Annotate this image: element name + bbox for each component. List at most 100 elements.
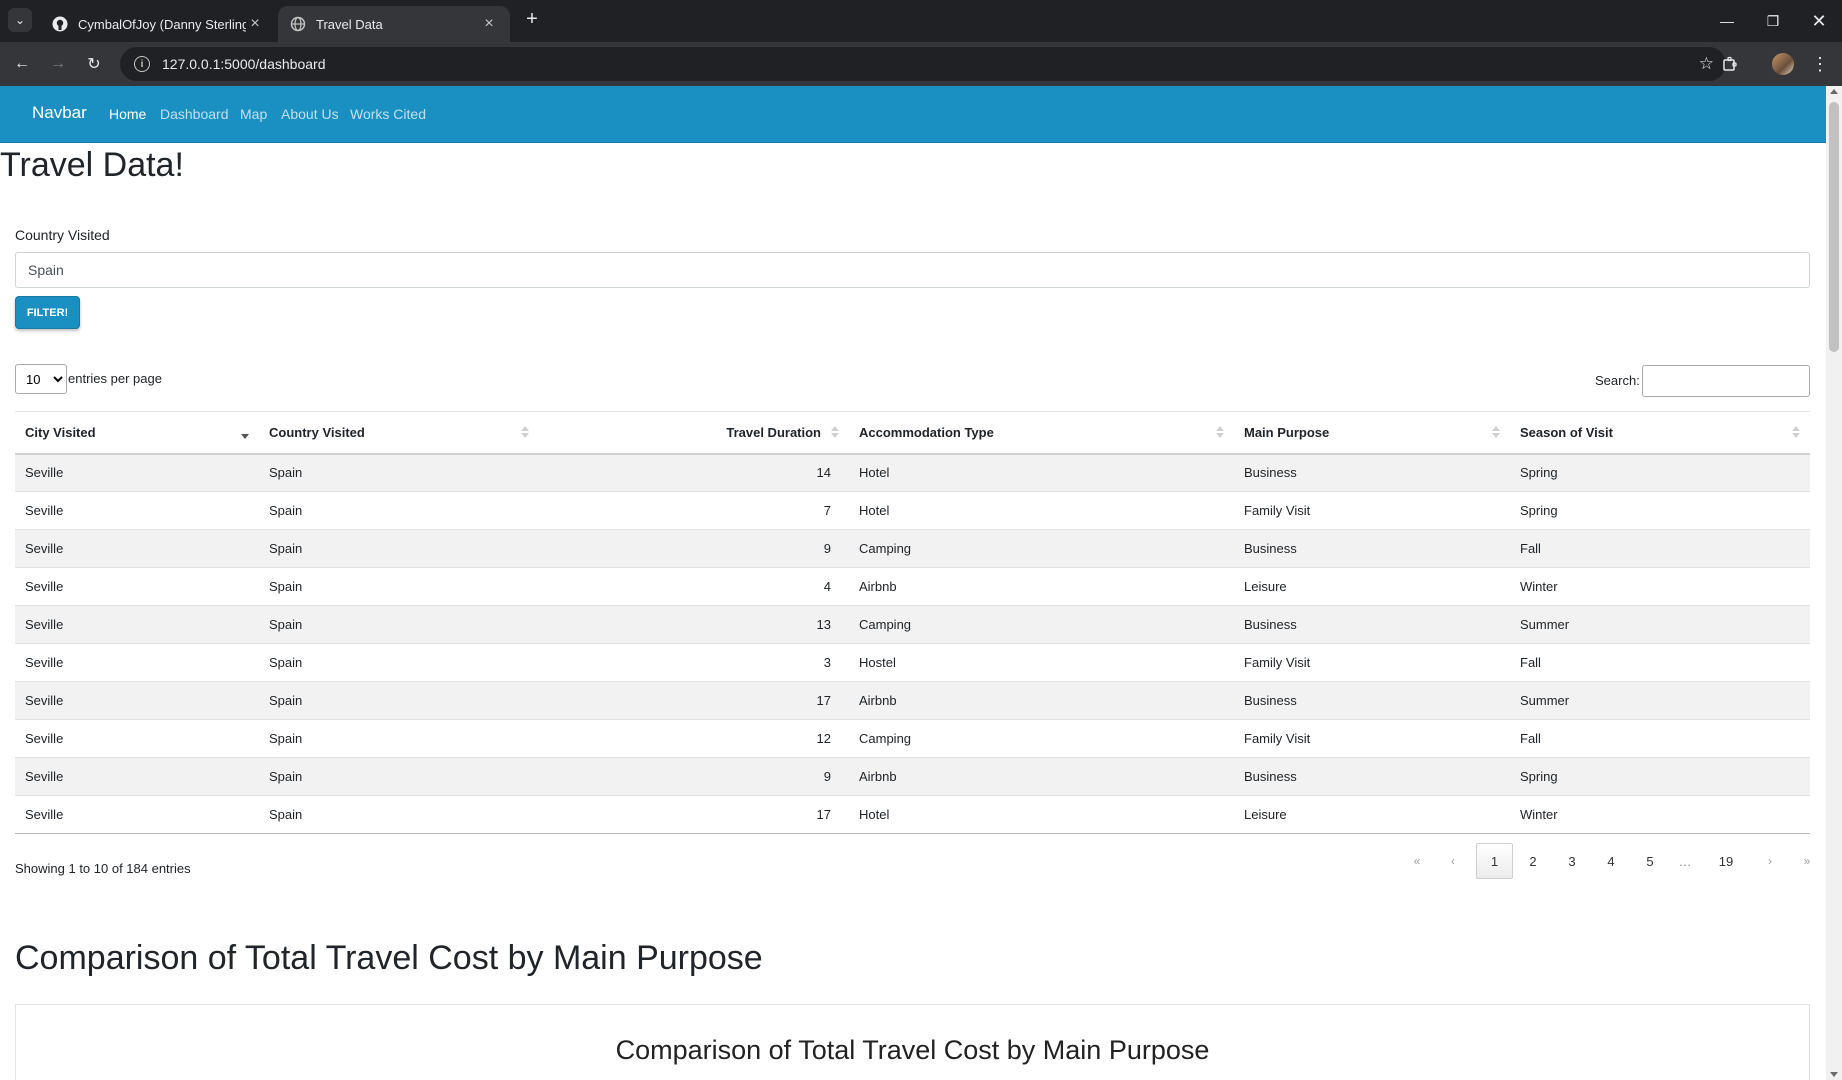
- navbar-brand[interactable]: Navbar: [32, 103, 87, 123]
- table-cell: Leisure: [1234, 567, 1510, 606]
- table-cell: Spain: [259, 605, 539, 644]
- table-cell: Fall: [1510, 529, 1810, 568]
- table-cell: 4: [539, 567, 849, 606]
- table-cell: Airbnb: [849, 567, 1234, 606]
- table-row: Seville Spain 17 Hotel Leisure Winter: [15, 795, 1810, 834]
- first-page-button[interactable]: «: [1402, 843, 1432, 879]
- table-search-input[interactable]: [1642, 365, 1810, 397]
- table-row: Seville Spain 17 Airbnb Business Summer: [15, 681, 1810, 720]
- table-cell: Summer: [1510, 681, 1810, 720]
- scroll-down-icon[interactable]: [1830, 1072, 1838, 1077]
- tab-search-button[interactable]: ⌄: [8, 8, 32, 32]
- github-icon: [52, 16, 68, 32]
- table-cell: Seville: [15, 681, 259, 720]
- table-row: Seville Spain 9 Airbnb Business Spring: [15, 757, 1810, 796]
- new-tab-plus-icon[interactable]: +: [520, 8, 544, 32]
- nav-link-about-us[interactable]: About Us: [281, 106, 339, 122]
- window-close-icon[interactable]: ✕: [1796, 0, 1842, 42]
- table-row: Seville Spain 7 Hotel Family Visit Spring: [15, 491, 1810, 530]
- table-header-row: City Visited Country Visited Travel Dura…: [15, 411, 1810, 455]
- close-icon[interactable]: ×: [480, 15, 498, 33]
- page-viewport: Navbar Home Dashboard Map About Us Works…: [0, 86, 1842, 1080]
- minimize-icon[interactable]: —: [1704, 0, 1750, 42]
- table-cell: Spain: [259, 491, 539, 530]
- pagination-ellipsis: …: [1678, 853, 1692, 869]
- browser-tab-github[interactable]: CymbalOfJoy (Danny Sterling) ×: [40, 6, 276, 42]
- page-scrollbar[interactable]: [1826, 86, 1842, 1080]
- table-cell: 7: [539, 491, 849, 530]
- table-cell: Family Visit: [1234, 491, 1510, 530]
- table-cell: 14: [539, 453, 849, 492]
- page-1-button[interactable]: 1: [1476, 843, 1513, 879]
- col-header-season-of-visit[interactable]: Season of Visit: [1510, 411, 1810, 455]
- sort-desc-icon: [241, 426, 249, 440]
- filter-label: Country Visited: [15, 227, 110, 243]
- bookmark-star-icon[interactable]: ☆: [1699, 54, 1714, 74]
- filter-button[interactable]: Filter!: [15, 296, 80, 329]
- sort-icon: [521, 426, 529, 440]
- prev-page-button[interactable]: ‹: [1438, 843, 1468, 879]
- table-cell: Family Visit: [1234, 643, 1510, 682]
- table-cell: Spring: [1510, 491, 1810, 530]
- site-navbar: Navbar Home Dashboard Map About Us Works…: [0, 86, 1826, 143]
- table-cell: 9: [539, 757, 849, 796]
- page-4-button[interactable]: 4: [1596, 843, 1626, 879]
- table-cell: Spain: [259, 719, 539, 758]
- entries-per-page-select[interactable]: 10: [15, 364, 67, 394]
- site-info-icon[interactable]: i: [134, 56, 150, 72]
- browser-tab-travel-data[interactable]: Travel Data ×: [278, 6, 510, 42]
- page-title: Travel Data!: [0, 146, 184, 184]
- nav-link-map[interactable]: Map: [240, 106, 267, 122]
- table-row: Seville Spain 14 Hotel Business Spring: [15, 453, 1810, 492]
- table-cell: Hotel: [849, 491, 1234, 530]
- last-page-button[interactable]: »: [1792, 843, 1822, 879]
- table-cell: Camping: [849, 719, 1234, 758]
- table-cell: Spain: [259, 681, 539, 720]
- pagination: « ‹ 1 2 3 4 5 … 19 › »: [1380, 843, 1810, 879]
- tab-title: CymbalOfJoy (Danny Sterling): [78, 16, 246, 32]
- nav-link-dashboard[interactable]: Dashboard: [160, 106, 229, 122]
- kebab-menu-icon[interactable]: ⋮: [1808, 52, 1832, 76]
- table-cell: Camping: [849, 529, 1234, 568]
- address-bar[interactable]: i 127.0.0.1:5000/dashboard ☆: [120, 47, 1726, 81]
- sort-icon: [831, 426, 839, 440]
- col-header-city-visited[interactable]: City Visited: [15, 411, 259, 455]
- scroll-up-icon[interactable]: [1830, 89, 1838, 94]
- restore-icon[interactable]: ❐: [1750, 0, 1796, 42]
- scrollbar-thumb[interactable]: [1829, 102, 1839, 352]
- table-cell: Hotel: [849, 453, 1234, 492]
- table-cell: Summer: [1510, 605, 1810, 644]
- table-cell: Spring: [1510, 757, 1810, 796]
- table-cell: Seville: [15, 453, 259, 492]
- reload-icon[interactable]: ↻: [82, 52, 106, 76]
- profile-avatar[interactable]: [1772, 53, 1794, 75]
- nav-link-home[interactable]: Home: [109, 106, 146, 122]
- nav-link-works-cited[interactable]: Works Cited: [350, 106, 426, 122]
- table-cell: 12: [539, 719, 849, 758]
- table-cell: Spain: [259, 567, 539, 606]
- page-3-button[interactable]: 3: [1557, 843, 1587, 879]
- table-cell: Seville: [15, 529, 259, 568]
- table-cell: Seville: [15, 795, 259, 834]
- col-header-travel-duration[interactable]: Travel Duration: [539, 411, 849, 455]
- table-cell: Airbnb: [849, 681, 1234, 720]
- page-2-button[interactable]: 2: [1518, 843, 1548, 879]
- table-info: Showing 1 to 10 of 184 entries: [15, 861, 191, 876]
- close-icon[interactable]: ×: [246, 15, 264, 33]
- chevron-down-icon: ⌄: [14, 13, 26, 27]
- col-header-main-purpose[interactable]: Main Purpose: [1234, 411, 1510, 455]
- back-arrow-icon[interactable]: ←: [10, 52, 34, 76]
- chart-title: Comparison of Total Travel Cost by Main …: [615, 1035, 1210, 1065]
- next-page-button[interactable]: ›: [1755, 843, 1785, 879]
- extensions-puzzle-icon[interactable]: [1718, 52, 1742, 76]
- tab-title: Travel Data: [316, 16, 383, 32]
- page-19-button[interactable]: 19: [1711, 843, 1741, 879]
- col-header-country-visited[interactable]: Country Visited: [259, 411, 539, 455]
- forward-arrow-icon[interactable]: →: [46, 52, 70, 76]
- table-cell: Airbnb: [849, 757, 1234, 796]
- table-cell: Seville: [15, 491, 259, 530]
- table-cell: Business: [1234, 605, 1510, 644]
- page-5-button[interactable]: 5: [1635, 843, 1665, 879]
- col-header-accommodation-type[interactable]: Accommodation Type: [849, 411, 1234, 455]
- country-filter-input[interactable]: [15, 252, 1810, 288]
